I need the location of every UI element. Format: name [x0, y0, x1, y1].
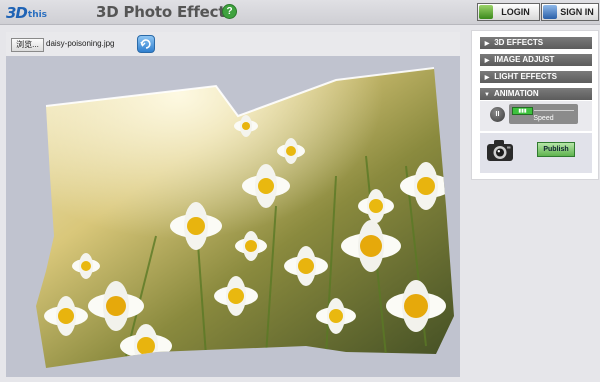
speed-track[interactable]: [534, 110, 574, 111]
login-icon: [479, 5, 493, 19]
publish-button[interactable]: Publish: [537, 142, 575, 157]
file-name: daisy-poisoning.jpg: [46, 39, 115, 48]
speed-label: Speed: [533, 115, 554, 122]
logo-main-text: 3D: [6, 4, 28, 22]
work-area: 浏览... daisy-poisoning.jpg: [6, 32, 460, 377]
photo-stage: [6, 56, 460, 377]
signin-icon: [543, 5, 557, 19]
triangle-down-icon: ▼: [484, 92, 490, 98]
action-box: Publish: [480, 133, 592, 173]
section-label: LIGHT EFFECTS: [494, 72, 557, 81]
browse-button[interactable]: 浏览...: [11, 38, 44, 52]
animation-controls: II ▮▮▮ Speed: [480, 101, 592, 131]
app-logo[interactable]: 3D this: [6, 2, 47, 22]
camera-icon[interactable]: [485, 137, 515, 163]
effects-panel: ▶ 3D EFFECTS ▶ IMAGE ADJUST ▶ LIGHT EFFE…: [471, 30, 599, 180]
upload-refresh-icon[interactable]: [137, 35, 155, 53]
page-title: 3D Photo Effects: [96, 3, 235, 21]
section-3d-effects[interactable]: ▶ 3D EFFECTS: [480, 37, 592, 49]
signin-button[interactable]: SIGN IN: [541, 3, 599, 21]
file-bar: 浏览... daisy-poisoning.jpg: [6, 32, 460, 56]
triangle-right-icon: ▶: [484, 41, 490, 47]
section-label: IMAGE ADJUST: [494, 55, 555, 64]
login-label: LOGIN: [501, 7, 530, 17]
section-label: 3D EFFECTS: [494, 38, 544, 47]
signin-label: SIGN IN: [560, 7, 594, 17]
help-icon[interactable]: ?: [222, 4, 237, 19]
top-bar: 3D this 3D Photo Effects ? LOGIN SIGN IN: [0, 0, 600, 25]
section-animation[interactable]: ▼ ANIMATION: [480, 88, 592, 100]
section-label: ANIMATION: [493, 89, 539, 98]
pause-button[interactable]: II: [490, 107, 505, 122]
triangle-right-icon: ▶: [484, 58, 490, 64]
section-light-effects[interactable]: ▶ LIGHT EFFECTS: [480, 71, 592, 83]
login-button[interactable]: LOGIN: [477, 3, 540, 21]
section-image-adjust[interactable]: ▶ IMAGE ADJUST: [480, 54, 592, 66]
speed-slider[interactable]: ▮▮▮ Speed: [509, 104, 578, 124]
logo-sub-text: this: [27, 10, 48, 20]
triangle-right-icon: ▶: [484, 75, 490, 81]
warped-photo[interactable]: [6, 56, 460, 377]
speed-level-indicator[interactable]: ▮▮▮: [512, 107, 533, 115]
